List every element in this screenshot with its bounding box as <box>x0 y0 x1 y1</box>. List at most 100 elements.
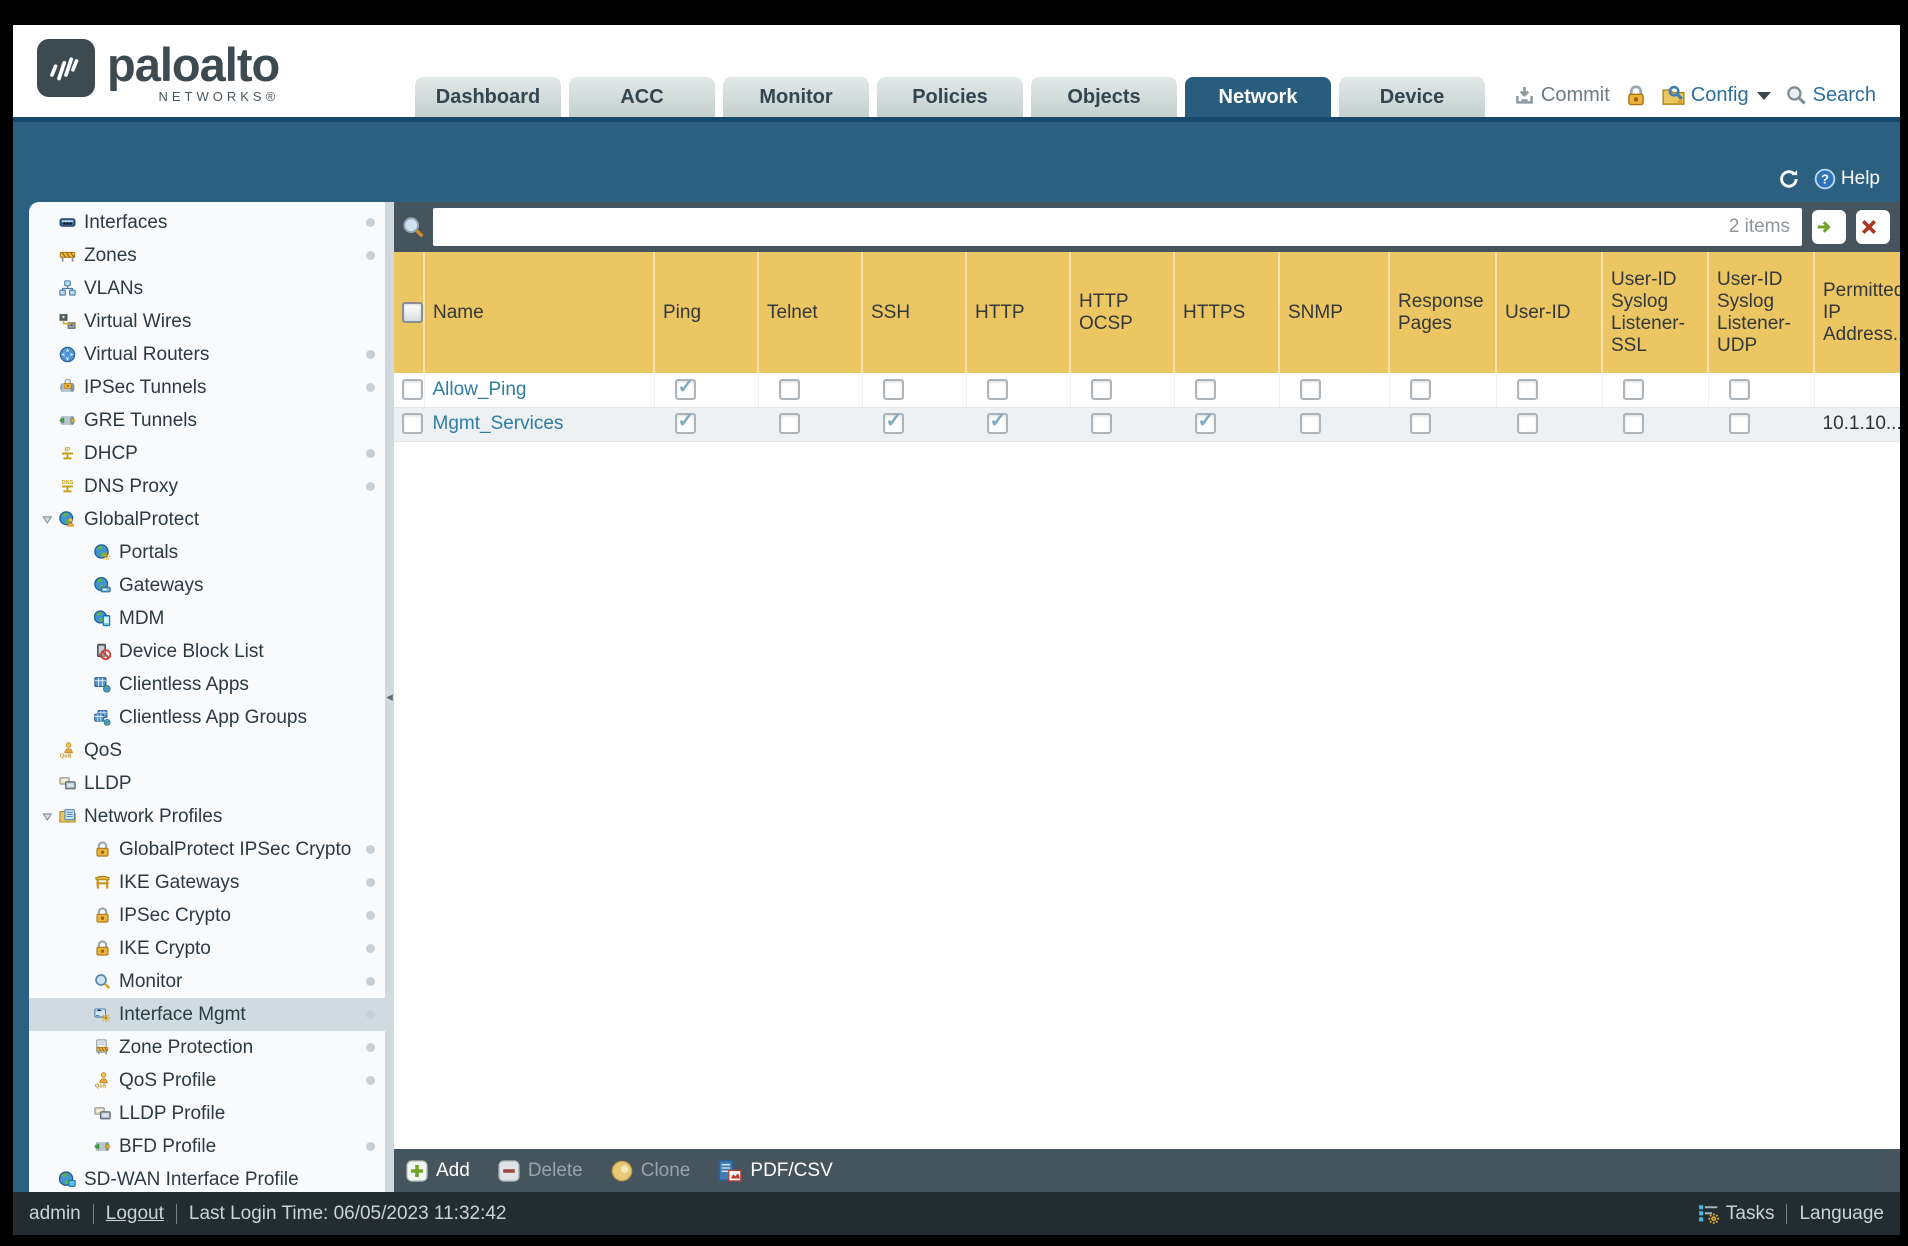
col-header-ping[interactable]: Ping <box>653 252 758 373</box>
tab-device[interactable]: Device <box>1339 77 1485 117</box>
http-ocsp-checkbox[interactable] <box>1090 413 1112 435</box>
sidebar-item-ipsec-tunnels[interactable]: IPSec Tunnels <box>29 371 385 404</box>
col-header-snmp[interactable]: SNMP <box>1278 252 1389 373</box>
sidebar-item-zone-protection[interactable]: Zone Protection <box>29 1031 385 1064</box>
sidebar-item-lldp[interactable]: LLDP <box>29 767 385 800</box>
interfaces-icon <box>59 214 76 231</box>
add-button[interactable]: Add <box>406 1160 470 1182</box>
row-checkbox[interactable] <box>402 413 423 435</box>
sidebar-item-vlans[interactable]: VLANs <box>29 272 385 305</box>
sidebar-item-clientless-apps[interactable]: Clientless Apps <box>29 668 385 701</box>
http-ocsp-checkbox[interactable] <box>1090 379 1112 401</box>
http-checkbox[interactable] <box>986 379 1008 401</box>
sidebar-item-interface-mgmt[interactable]: Interface Mgmt <box>29 998 385 1031</box>
refresh-icon[interactable] <box>1778 168 1800 190</box>
sidebar-item-globalprotect[interactable]: GlobalProtect <box>29 503 385 536</box>
sidebar-item-device-block-list[interactable]: Device Block List <box>29 635 385 668</box>
sidebar-item-ipsec-crypto[interactable]: IPSec Crypto <box>29 899 385 932</box>
tab-acc[interactable]: ACC <box>569 77 715 117</box>
tab-policies[interactable]: Policies <box>877 77 1023 117</box>
lock-icon[interactable] <box>1625 84 1647 107</box>
expand-triangle-icon[interactable] <box>41 810 55 824</box>
item-dot <box>366 845 375 854</box>
user-id-syslog-listener-ssl-checkbox[interactable] <box>1622 379 1644 401</box>
ssh-checkbox[interactable] <box>882 408 904 435</box>
snmp-checkbox[interactable] <box>1299 379 1321 401</box>
search-button[interactable]: Search <box>1786 84 1876 107</box>
col-header-user-id-syslog-listener-ssl[interactable]: User-ID Syslog Listener-SSL <box>1601 252 1708 373</box>
col-header-ssh[interactable]: SSH <box>861 252 966 373</box>
col-header-http[interactable]: HTTP <box>965 252 1070 373</box>
user-id-syslog-listener-ssl-checkbox[interactable] <box>1622 413 1644 435</box>
row-checkbox[interactable] <box>402 379 423 401</box>
col-header-response-pages[interactable]: Response Pages <box>1388 252 1496 373</box>
sidebar-item-mdm[interactable]: MDM <box>29 602 385 635</box>
logout-link[interactable]: Logout <box>106 1203 164 1225</box>
sidebar-item-sd-wan-interface-profile[interactable]: SD-WAN Interface Profile <box>29 1163 385 1192</box>
sidebar-item-zones[interactable]: Zones <box>29 239 385 272</box>
https-checkbox[interactable] <box>1194 408 1216 435</box>
select-all-checkbox[interactable] <box>402 301 423 323</box>
help-button[interactable]: ? Help <box>1814 168 1880 190</box>
expand-triangle-icon[interactable] <box>41 513 55 527</box>
tab-dashboard[interactable]: Dashboard <box>415 77 561 117</box>
sidebar-item-bfd-profile[interactable]: BFD Profile <box>29 1130 385 1163</box>
user-id-syslog-listener-udp-checkbox[interactable] <box>1728 379 1750 401</box>
commit-button[interactable]: Commit <box>1514 84 1610 107</box>
tasks-button[interactable]: Tasks <box>1698 1203 1774 1225</box>
user-id-checkbox[interactable] <box>1516 379 1538 401</box>
entry-name-link[interactable]: Mgmt_Services <box>433 413 564 434</box>
filter-input[interactable] <box>433 216 1729 238</box>
entry-name-link[interactable]: Allow_Ping <box>433 379 527 400</box>
response-pages-checkbox[interactable] <box>1409 413 1431 435</box>
ping-checkbox[interactable] <box>674 374 696 401</box>
ssh-checkbox[interactable] <box>882 379 904 401</box>
col-header-permitted-ip-address[interactable]: Permitted IP Address... <box>1813 252 1900 373</box>
col-header-name[interactable]: Name <box>423 252 654 373</box>
telnet-checkbox[interactable] <box>778 413 800 435</box>
dhcp-icon: IP <box>59 445 76 462</box>
sidebar-item-gateways[interactable]: Gateways <box>29 569 385 602</box>
sidebar-item-lldp-profile[interactable]: LLDP Profile <box>29 1097 385 1130</box>
https-checkbox[interactable] <box>1194 379 1216 401</box>
tab-network[interactable]: Network <box>1185 77 1331 117</box>
sidebar-item-interfaces[interactable]: Interfaces <box>29 206 385 239</box>
sidebar-item-ike-crypto[interactable]: IKE Crypto <box>29 932 385 965</box>
clone-button[interactable]: Clone <box>611 1160 690 1182</box>
sidebar-item-network-profiles[interactable]: Network Profiles <box>29 800 385 833</box>
tab-monitor[interactable]: Monitor <box>723 77 869 117</box>
col-header-user-id[interactable]: User-ID <box>1495 252 1602 373</box>
sidebar-item-qos[interactable]: QoS QoS <box>29 734 385 767</box>
tab-objects[interactable]: Objects <box>1031 77 1177 117</box>
sidebar-item-qos-profile[interactable]: QoS QoS Profile <box>29 1064 385 1097</box>
user-id-checkbox[interactable] <box>1516 413 1538 435</box>
sidebar-item-clientless-app-groups[interactable]: Clientless App Groups <box>29 701 385 734</box>
sidebar-item-monitor[interactable]: Monitor <box>29 965 385 998</box>
clear-filter-button[interactable] <box>1856 210 1890 244</box>
col-header-telnet[interactable]: Telnet <box>757 252 862 373</box>
col-header-https[interactable]: HTTPS <box>1173 252 1279 373</box>
user-id-syslog-listener-udp-checkbox[interactable] <box>1728 413 1750 435</box>
response-pages-checkbox[interactable] <box>1409 379 1431 401</box>
sidebar-item-portals[interactable]: Portals <box>29 536 385 569</box>
sidebar-item-virtual-routers[interactable]: Virtual Routers <box>29 338 385 371</box>
language-button[interactable]: Language <box>1799 1203 1884 1225</box>
http-checkbox[interactable] <box>986 408 1008 435</box>
search-label: Search <box>1812 84 1876 106</box>
pdf-csv-button[interactable]: PDF/CSV <box>718 1159 833 1183</box>
sidebar-item-dns-proxy[interactable]: DNS DNS Proxy <box>29 470 385 503</box>
apply-filter-button[interactable] <box>1812 210 1846 244</box>
col-header-user-id-syslog-listener-udp[interactable]: User-ID Syslog Listener-UDP <box>1707 252 1814 373</box>
snmp-checkbox[interactable] <box>1299 413 1321 435</box>
sidebar-item-virtual-wires[interactable]: Virtual Wires <box>29 305 385 338</box>
sidebar-item-ike-gateways[interactable]: IKE Gateways <box>29 866 385 899</box>
config-button[interactable]: Config <box>1662 84 1771 107</box>
sidebar-item-dhcp[interactable]: IP DHCP <box>29 437 385 470</box>
sidebar-splitter[interactable]: ◂ <box>385 202 394 1192</box>
delete-button[interactable]: Delete <box>498 1160 583 1182</box>
telnet-checkbox[interactable] <box>778 379 800 401</box>
col-header-http-ocsp[interactable]: HTTP OCSP <box>1069 252 1174 373</box>
ping-checkbox[interactable] <box>674 408 696 435</box>
sidebar-item-gre-tunnels[interactable]: GRE Tunnels <box>29 404 385 437</box>
sidebar-item-globalprotect-ipsec-crypto[interactable]: GlobalProtect IPSec Crypto <box>29 833 385 866</box>
